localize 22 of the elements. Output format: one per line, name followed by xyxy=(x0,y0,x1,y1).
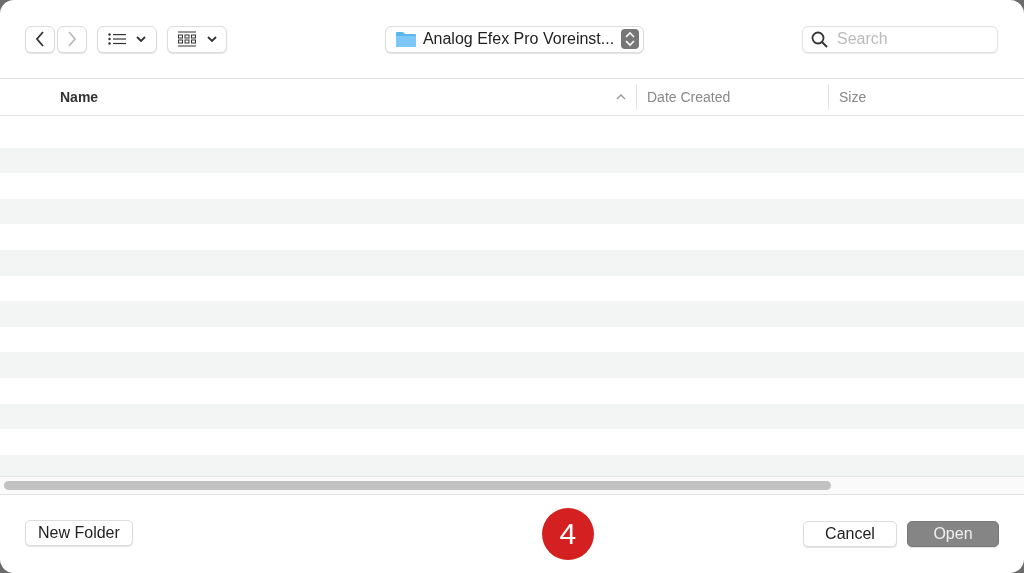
new-folder-button[interactable]: New Folder xyxy=(25,520,133,546)
back-button[interactable] xyxy=(25,25,55,53)
caret-icon xyxy=(136,35,146,43)
sort-caret-icon xyxy=(616,94,626,100)
search-icon xyxy=(811,30,828,48)
group-view-button[interactable] xyxy=(167,25,227,53)
location-popup[interactable]: Analog Efex Pro Voreinst... xyxy=(384,25,645,53)
column-header[interactable]: Date Created xyxy=(637,84,829,110)
step-badge: 4 xyxy=(541,508,594,560)
column-header[interactable]: Name xyxy=(0,84,637,110)
chevron-left-icon xyxy=(35,31,45,47)
chevron-right-icon xyxy=(67,31,77,47)
folder-icon xyxy=(395,31,416,47)
stepper-icon xyxy=(621,29,640,49)
search-field[interactable]: Search xyxy=(802,25,998,53)
cancel-button[interactable]: Cancel xyxy=(803,521,897,547)
caret-icon xyxy=(207,35,217,43)
list-icon xyxy=(108,33,126,45)
grid-icon xyxy=(177,31,197,47)
list-view-button[interactable] xyxy=(97,25,157,53)
column-header[interactable]: Size xyxy=(829,84,867,110)
scrollbar-thumb[interactable] xyxy=(4,481,831,490)
